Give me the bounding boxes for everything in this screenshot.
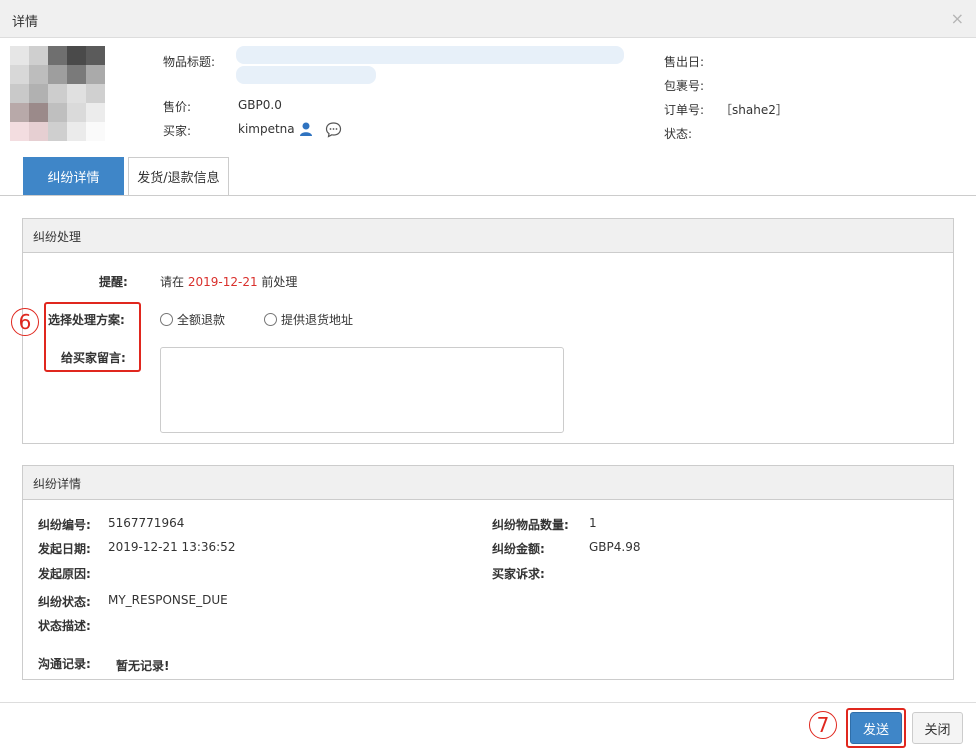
package-label: 包裹号: [664,79,705,93]
dispute-reason-label: 发起原因: [38,567,91,581]
status-desc-label: 状态描述: [38,619,91,633]
status-label: 状态: [664,127,693,141]
dispute-qty-value: 1 [589,516,597,530]
buyer-name[interactable]: kimpetna [238,122,295,136]
option-return-address-label: 提供退货地址 [281,313,354,327]
reminder-text: 请在 2019-12-21 前处理 [160,273,297,290]
panel-title: 纠纷处理 [23,219,953,253]
reminder-suffix: 前处理 [261,275,298,289]
reminder-date: 2019-12-21 [187,275,258,289]
highlight-box-step6 [44,302,141,372]
dispute-id-label: 纠纷编号: [38,518,91,532]
radio-return-address[interactable] [264,313,277,326]
panel-title: 纠纷详情 [23,466,953,500]
sold-date-label: 售出日: [664,55,705,69]
tab-divider [0,195,976,196]
reminder-label: 提醒: [99,275,128,289]
buyer-label: 买家: [163,124,192,138]
price-label: 售价: [163,100,192,114]
option-full-refund-label: 全额退款 [177,313,226,327]
order-label: 订单号: [664,103,705,117]
price-value: GBP0.0 [238,98,282,112]
dispute-amount-label: 纠纷金额: [492,542,545,556]
comm-log-value: 暂无记录! [116,659,170,673]
dispute-qty-label: 纠纷物品数量: [492,518,569,532]
reminder-prefix: 请在 [160,275,185,289]
dispute-status-label: 纠纷状态: [38,595,91,609]
close-button[interactable]: 关闭 [912,712,963,744]
tab-dispute-details[interactable]: 纠纷详情 [23,157,124,195]
dispute-id-value: 5167771964 [108,516,185,530]
dispute-details-panel: 纠纷详情 [22,465,954,680]
footer-divider [0,702,976,703]
dispute-date-label: 发起日期: [38,542,91,556]
option-return-address[interactable]: 提供退货地址 [264,311,353,328]
item-title-label: 物品标题: [163,55,216,69]
buyer-claim-label: 买家诉求: [492,567,545,581]
chat-bubble-icon[interactable] [325,121,342,138]
close-icon[interactable]: × [951,9,964,28]
user-badge-icon[interactable] [298,121,314,137]
dialog-title: 详情 [12,15,39,30]
step-7-marker: 7 [809,711,837,739]
dispute-date-value: 2019-12-21 13:36:52 [108,540,236,554]
order-value: ［shahe2］ [720,103,788,117]
radio-full-refund[interactable] [160,313,173,326]
step-6-marker: 6 [11,308,39,336]
send-button[interactable]: 发送 [850,712,902,744]
dialog-titlebar [0,0,976,38]
tab-shipping-refund[interactable]: 发货/退款信息 [128,157,229,195]
dispute-status-value: MY_RESPONSE_DUE [108,593,228,607]
comm-log-label: 沟通记录: [38,657,91,671]
message-textarea[interactable] [160,347,564,433]
item-title-value-blurred [236,46,624,64]
dispute-amount-value: GBP4.98 [589,540,641,554]
option-full-refund[interactable]: 全额退款 [160,311,225,328]
item-title-value-blurred-2 [236,66,376,84]
product-thumbnail [10,46,106,142]
